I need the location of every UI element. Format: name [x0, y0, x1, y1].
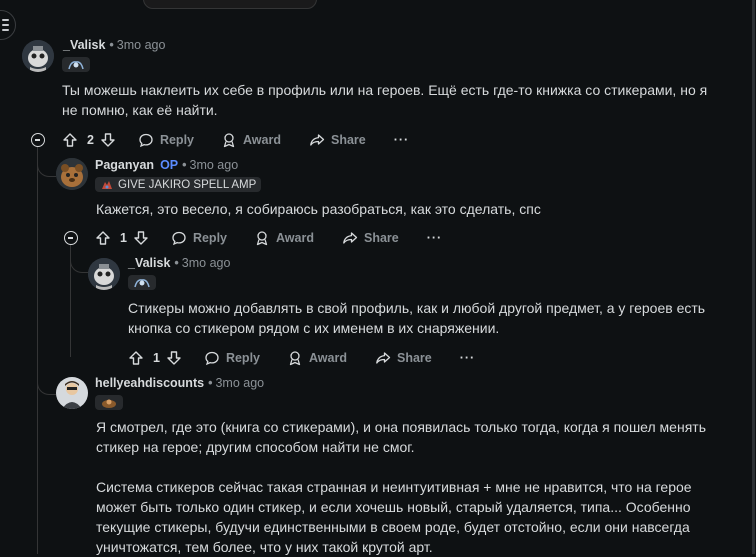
upvote-button[interactable]	[128, 350, 144, 366]
comment-header: hellyeahdiscounts • 3mo ago	[95, 376, 265, 390]
comment-paragraph: Кажется, это весело, я собираюсь разобра…	[96, 201, 541, 217]
collapse-thread-button[interactable]	[64, 231, 78, 245]
share-icon	[310, 134, 325, 146]
upvote-button[interactable]	[62, 132, 78, 148]
downvote-icon	[167, 351, 181, 365]
comment-body: Ты можешь наклеить их себе в профиль или…	[62, 80, 722, 120]
downvote-icon	[134, 231, 148, 245]
reply-label: Reply	[159, 133, 194, 147]
comment-actions: 1 Reply Award Share ···	[95, 227, 442, 249]
downvote-button[interactable]	[133, 230, 149, 246]
share-button[interactable]: Share	[309, 132, 366, 148]
thread-connector	[70, 258, 89, 273]
share-button[interactable]: Share	[342, 230, 399, 246]
reply-button[interactable]: Reply	[204, 350, 260, 366]
comment-body: Кажется, это весело, я собираюсь разобра…	[96, 199, 736, 219]
comment-header: Paganyan OP • 3mo ago	[95, 158, 239, 172]
thread-connector	[37, 160, 56, 177]
avatar[interactable]	[56, 158, 88, 190]
reply-icon	[205, 351, 219, 366]
award-button[interactable]: Award	[287, 350, 347, 366]
award-icon	[223, 133, 235, 148]
flair-emblem-icon	[68, 60, 84, 69]
more-options-button[interactable]: ···	[427, 231, 443, 245]
comment-paragraph: Стикеры можно добавлять в свой профиль, …	[128, 300, 706, 336]
comment-body: Стикеры можно добавлять в свой профиль, …	[128, 298, 728, 338]
share-icon	[343, 232, 358, 244]
comment-paragraph: Я смотрел, где это (книга со стикерами),…	[96, 419, 706, 455]
avatar[interactable]	[88, 258, 120, 290]
user-flair	[128, 275, 156, 290]
username[interactable]: _Valisk	[63, 38, 105, 52]
comment-header: _Valisk • 3mo ago	[63, 38, 166, 52]
share-button[interactable]: Share	[375, 350, 432, 366]
username[interactable]: Paganyan	[95, 158, 154, 172]
username[interactable]: _Valisk	[128, 256, 170, 270]
menu-icon[interactable]	[0, 10, 16, 40]
upvote-icon	[96, 231, 110, 245]
flair-hero-icon	[102, 399, 116, 408]
award-label: Award	[309, 351, 347, 365]
award-icon	[256, 231, 268, 246]
timestamp[interactable]: 3mo ago	[182, 256, 231, 270]
thread-line[interactable]	[37, 147, 38, 554]
award-icon	[289, 351, 301, 366]
avatar[interactable]	[22, 40, 54, 72]
upvote-button[interactable]	[95, 230, 111, 246]
reply-button[interactable]: Reply	[171, 230, 227, 246]
downvote-button[interactable]	[166, 350, 182, 366]
vote-count: 2	[87, 133, 94, 147]
upvote-icon	[63, 133, 77, 147]
reply-icon	[172, 231, 186, 246]
thread-connector	[37, 370, 56, 395]
comment-actions: 1 Reply Award Share ···	[128, 347, 475, 369]
more-options-button[interactable]: ···	[460, 351, 476, 365]
award-button[interactable]: Award	[254, 230, 314, 246]
op-badge: OP	[160, 158, 179, 172]
comment-body: Я смотрел, где это (книга со стикерами),…	[96, 417, 726, 557]
comment-actions: 2 Reply Award Share ···	[62, 129, 409, 151]
comment-header: _Valisk • 3mo ago	[128, 256, 231, 270]
timestamp[interactable]: 3mo ago	[215, 376, 264, 390]
downvote-button[interactable]	[100, 132, 116, 148]
vote-count: 1	[120, 231, 127, 245]
user-flair: GIVE JAKIRO SPELL AMP	[95, 177, 262, 192]
share-label: Share	[363, 231, 399, 245]
user-flair	[95, 395, 123, 410]
timestamp[interactable]: 3mo ago	[117, 38, 166, 52]
more-options-button[interactable]: ···	[394, 133, 410, 147]
share-label: Share	[330, 133, 366, 147]
collapse-thread-button[interactable]	[31, 133, 45, 147]
top-panel-edge	[143, 0, 317, 9]
comment-paragraph: Система стикеров сейчас такая странная и…	[96, 479, 692, 555]
timestamp[interactable]: 3mo ago	[190, 158, 239, 172]
reply-label: Reply	[192, 231, 227, 245]
reply-icon	[139, 133, 153, 148]
reply-label: Reply	[225, 351, 260, 365]
user-flair	[62, 57, 90, 72]
share-icon	[376, 352, 391, 364]
username[interactable]: hellyeahdiscounts	[95, 376, 204, 390]
award-label: Award	[243, 133, 281, 147]
award-label: Award	[276, 231, 314, 245]
vote-count: 1	[153, 351, 160, 365]
flair-emblem-icon	[134, 278, 150, 287]
upvote-icon	[129, 351, 143, 365]
flair-dragon-icon	[102, 180, 112, 189]
reply-button[interactable]: Reply	[138, 132, 194, 148]
comment-paragraph: Ты можешь наклеить их себе в профиль или…	[62, 82, 708, 118]
award-button[interactable]: Award	[221, 132, 281, 148]
avatar[interactable]	[56, 377, 88, 409]
downvote-icon	[101, 133, 115, 147]
page-scrollbar[interactable]	[752, 0, 755, 554]
share-label: Share	[396, 351, 432, 365]
flair-text: GIVE JAKIRO SPELL AMP	[118, 178, 257, 191]
